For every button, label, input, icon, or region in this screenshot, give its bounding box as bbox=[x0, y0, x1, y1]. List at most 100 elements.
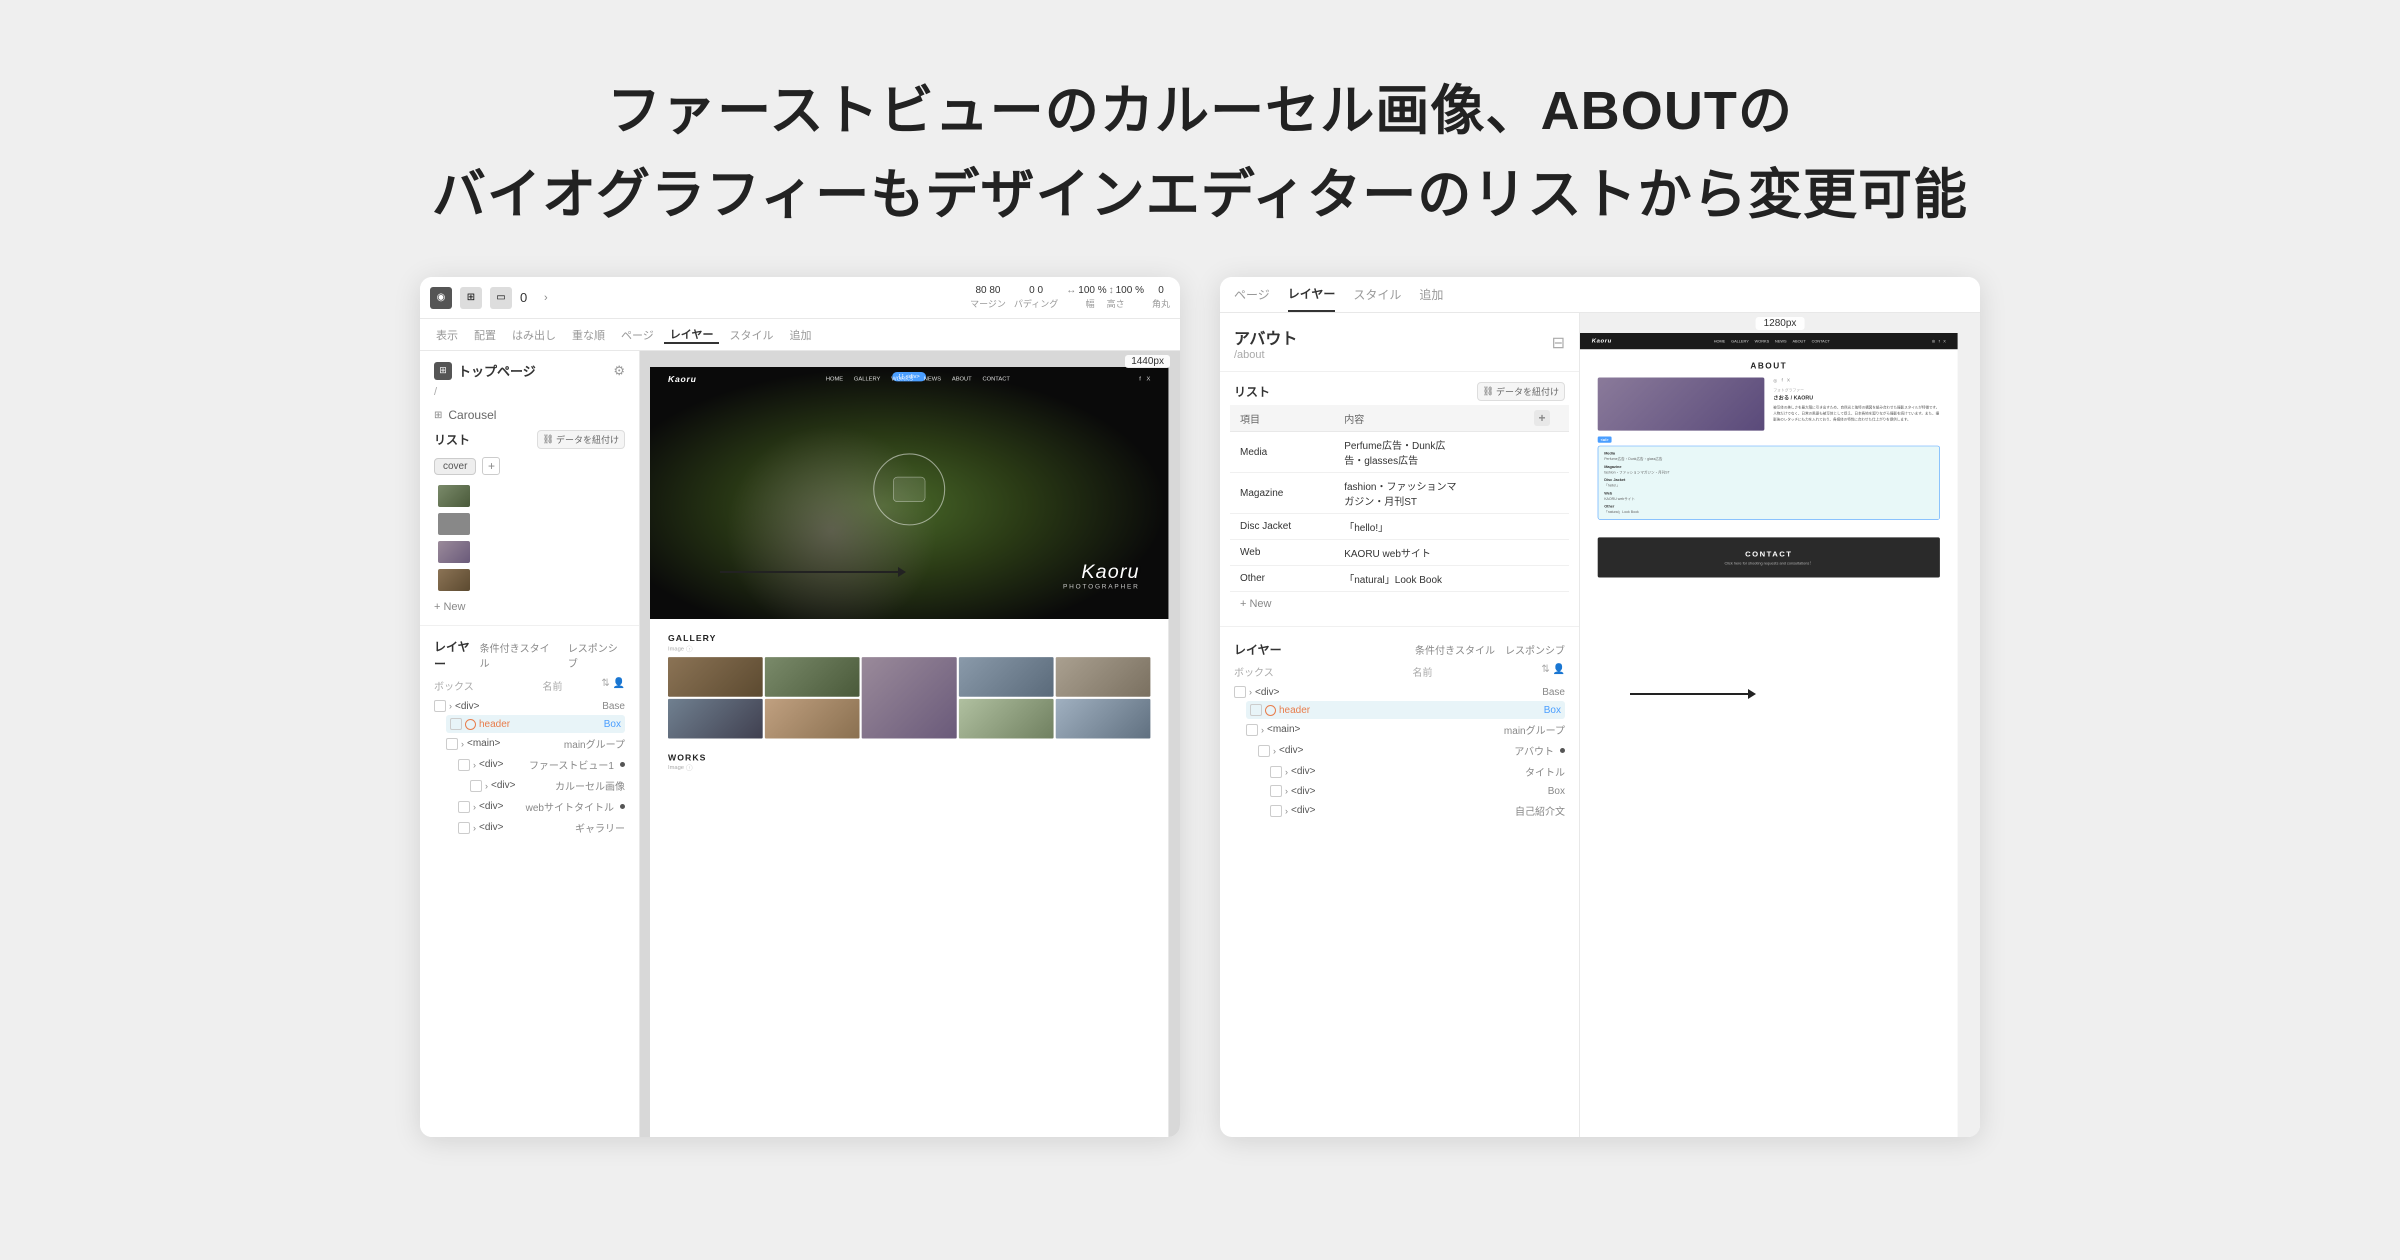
right-layer-row-header[interactable]: header Box bbox=[1246, 701, 1565, 719]
tab-page[interactable]: ページ bbox=[615, 327, 660, 343]
thumb-row-1[interactable] bbox=[434, 483, 625, 509]
responsive-label: レスポンシブ bbox=[568, 640, 625, 670]
width-indicator: 1440px bbox=[1125, 355, 1170, 368]
layer-title: レイヤー bbox=[434, 638, 480, 672]
tab-stack[interactable]: 重な順 bbox=[566, 327, 611, 343]
right-site-nav: HOMEGALLERYWORKSNEWSABOUTCONTACT bbox=[1714, 339, 1830, 343]
contact-title: CONTACT bbox=[1610, 550, 1929, 559]
tab-style[interactable]: スタイル bbox=[723, 327, 779, 343]
right-layer-row-about[interactable]: › <div> アバウト bbox=[1258, 740, 1565, 761]
layer-row-div2[interactable]: › <div> webサイトタイトル bbox=[458, 796, 625, 817]
toolbar-eye-icon[interactable]: ◉ bbox=[430, 287, 452, 309]
right-layer-row-title[interactable]: › <div> タイトル bbox=[1270, 761, 1565, 782]
data-table-wrapper: 項目 内容 + bbox=[1220, 405, 1579, 620]
width-value: 100 % bbox=[1078, 285, 1106, 296]
page-title-row: ⊞ トップページ ⚙ bbox=[420, 351, 639, 386]
layer-header: レイヤー 条件付きスタイル レスポンシブ bbox=[434, 638, 625, 672]
corner-value: 0 bbox=[1158, 285, 1164, 296]
row-magazine[interactable]: Magazine fashion・ファッションマガジン・月刊ST bbox=[1230, 473, 1569, 514]
about-text-block: ◎ f X フォトグラファー さおる / KAORU 被写体の美しさを最大限に引… bbox=[1773, 378, 1940, 431]
layer-row-0[interactable]: › <div> Base bbox=[434, 697, 625, 715]
main-container: ファーストビューのカルーセル画像、ABOUTの バイオグラフィーもデザインエディ… bbox=[0, 0, 2400, 1260]
tab-add[interactable]: 追加 bbox=[783, 327, 817, 343]
thumb-row-3[interactable] bbox=[434, 539, 625, 565]
plus-btn[interactable]: + bbox=[482, 457, 500, 475]
layer-row-div3[interactable]: › <div> ギャラリー bbox=[458, 817, 625, 838]
tab-overflow[interactable]: はみ出し bbox=[506, 327, 562, 343]
right-layer-row-0[interactable]: › <div> Base bbox=[1234, 683, 1565, 701]
insta-icon: ◎ bbox=[1773, 378, 1777, 384]
right-panel: ページ レイヤー スタイル 追加 アバウト /about bbox=[1220, 277, 1980, 1137]
right-tab-layer[interactable]: レイヤー bbox=[1288, 277, 1336, 312]
toolbar-chevron: › bbox=[544, 292, 548, 304]
right-layer-row-box[interactable]: › <div> Box bbox=[1270, 782, 1565, 800]
site-logo: Kaoru bbox=[668, 375, 697, 385]
right-new-btn[interactable]: + New bbox=[1230, 592, 1569, 616]
padding-label: パディング bbox=[1014, 297, 1058, 310]
chain-icon-right: ⛓ bbox=[1483, 386, 1494, 397]
width-arrows: ↔ bbox=[1066, 285, 1076, 296]
right-layer-row-bio[interactable]: › <div> 自己紹介文 bbox=[1270, 800, 1565, 821]
settings-icon[interactable]: ⚙ bbox=[613, 363, 625, 379]
right-layer-title: レイヤー bbox=[1234, 641, 1282, 658]
thumb-row-2[interactable] bbox=[434, 511, 625, 537]
width-label: 幅 bbox=[1086, 297, 1095, 310]
toolbar-screen-icon[interactable]: ▭ bbox=[490, 287, 512, 309]
margin-values: 80 80 bbox=[975, 285, 1000, 296]
right-tab-add[interactable]: 追加 bbox=[1419, 278, 1443, 311]
row-other[interactable]: Other 「natural」Look Book bbox=[1230, 566, 1569, 592]
selected-ul-badge: <ul> bbox=[1598, 437, 1612, 443]
site-social-nav: fX bbox=[1139, 376, 1150, 382]
twitter-icon: X bbox=[1943, 339, 1946, 344]
about-photo-block bbox=[1598, 378, 1765, 431]
right-tab-style[interactable]: スタイル bbox=[1353, 278, 1401, 311]
col-content: 内容 bbox=[1334, 405, 1528, 432]
height-label: 高さ bbox=[1107, 297, 1125, 310]
row-media[interactable]: Media Perfume広告・Dunk広告・glasses広告 bbox=[1230, 432, 1569, 473]
filter-icon[interactable]: ⊟ bbox=[1552, 333, 1565, 353]
bind-btn[interactable]: ⛓ データを紐付け bbox=[537, 430, 625, 449]
left-second-toolbar: 表示 配置 はみ出し 重な順 ページ レイヤー スタイル 追加 bbox=[420, 319, 1180, 351]
left-panel-body: ⊞ トップページ ⚙ / ⊞ Carousel リスト bbox=[420, 351, 1180, 1137]
row-disc[interactable]: Disc Jacket 「hello!」 bbox=[1230, 514, 1569, 540]
page-icon: ⊞ bbox=[434, 362, 452, 380]
new-btn[interactable]: + New bbox=[420, 597, 639, 621]
left-toolbar: ◉ ⊞ ▭ 0 › 80 80 マージン 0 0 パディング ↔ 100 % bbox=[420, 277, 1180, 319]
tab-layer[interactable]: レイヤー bbox=[664, 326, 720, 344]
tab-layout[interactable]: 配置 bbox=[468, 327, 502, 343]
camera-circle bbox=[873, 454, 945, 526]
data-row-other: Other 「natural」Look Book bbox=[1604, 504, 1933, 514]
layer-row-header[interactable]: header Box bbox=[446, 715, 625, 733]
bind-text: データを紐付け bbox=[556, 433, 619, 446]
right-layer-row-main[interactable]: › <main> mainグループ bbox=[1246, 719, 1565, 740]
about-path: /about bbox=[1234, 349, 1297, 361]
hero-text: Kaoru PHOTOGRAPHER bbox=[1063, 560, 1140, 591]
col-add[interactable]: + bbox=[1528, 405, 1569, 432]
cover-tag[interactable]: cover bbox=[434, 458, 476, 475]
right-width-indicator: 1280px bbox=[1756, 317, 1805, 330]
right-tab-page[interactable]: ページ bbox=[1234, 278, 1270, 311]
box-label: ボックス bbox=[434, 678, 474, 693]
right-responsive-label: レスポンシブ bbox=[1505, 642, 1565, 657]
photographer-label: フォトグラファー bbox=[1773, 387, 1940, 393]
layer-row-main[interactable]: › <main> mainグループ bbox=[446, 733, 625, 754]
toolbar-number: 0 bbox=[520, 290, 536, 305]
toolbar-layout-icon[interactable]: ⊞ bbox=[460, 287, 482, 309]
data-row-disc: Disc Jacket 「hello!」 bbox=[1604, 478, 1933, 488]
tab-display[interactable]: 表示 bbox=[430, 327, 464, 343]
thumb-row-4[interactable] bbox=[434, 567, 625, 593]
works-section: WORKS Image ↑ bbox=[650, 746, 1168, 778]
row-web[interactable]: Web KAORU webサイト bbox=[1230, 540, 1569, 566]
layer-section: レイヤー 条件付きスタイル レスポンシブ ボックス 名前 ⇅ 👤 bbox=[420, 630, 639, 838]
left-panel: ◉ ⊞ ▭ 0 › 80 80 マージン 0 0 パディング ↔ 100 % bbox=[420, 277, 1180, 1137]
right-bind-btn[interactable]: ⛓ データを紐付け bbox=[1477, 382, 1565, 401]
title-section: ファーストビューのカルーセル画像、ABOUTの バイオグラフィーもデザインエディ… bbox=[0, 0, 2400, 277]
layer-row-div1[interactable]: › <div> ファーストビュー1 bbox=[458, 754, 625, 775]
data-list-overlay: Media Perfume広告・Dunk広告・glass広告 Magazine … bbox=[1598, 446, 1940, 520]
thumb-1 bbox=[438, 485, 470, 507]
layer-row-carousel[interactable]: › <div> カルーセル画像 bbox=[470, 775, 625, 796]
page-name: トップページ bbox=[458, 361, 607, 380]
right-layer-section: レイヤー 条件付きスタイル レスポンシブ ボックス 名前 ⇅ 👤 bbox=[1220, 633, 1579, 821]
fb-icon: f bbox=[1781, 378, 1782, 384]
height-separator: ↕ bbox=[1109, 285, 1114, 296]
